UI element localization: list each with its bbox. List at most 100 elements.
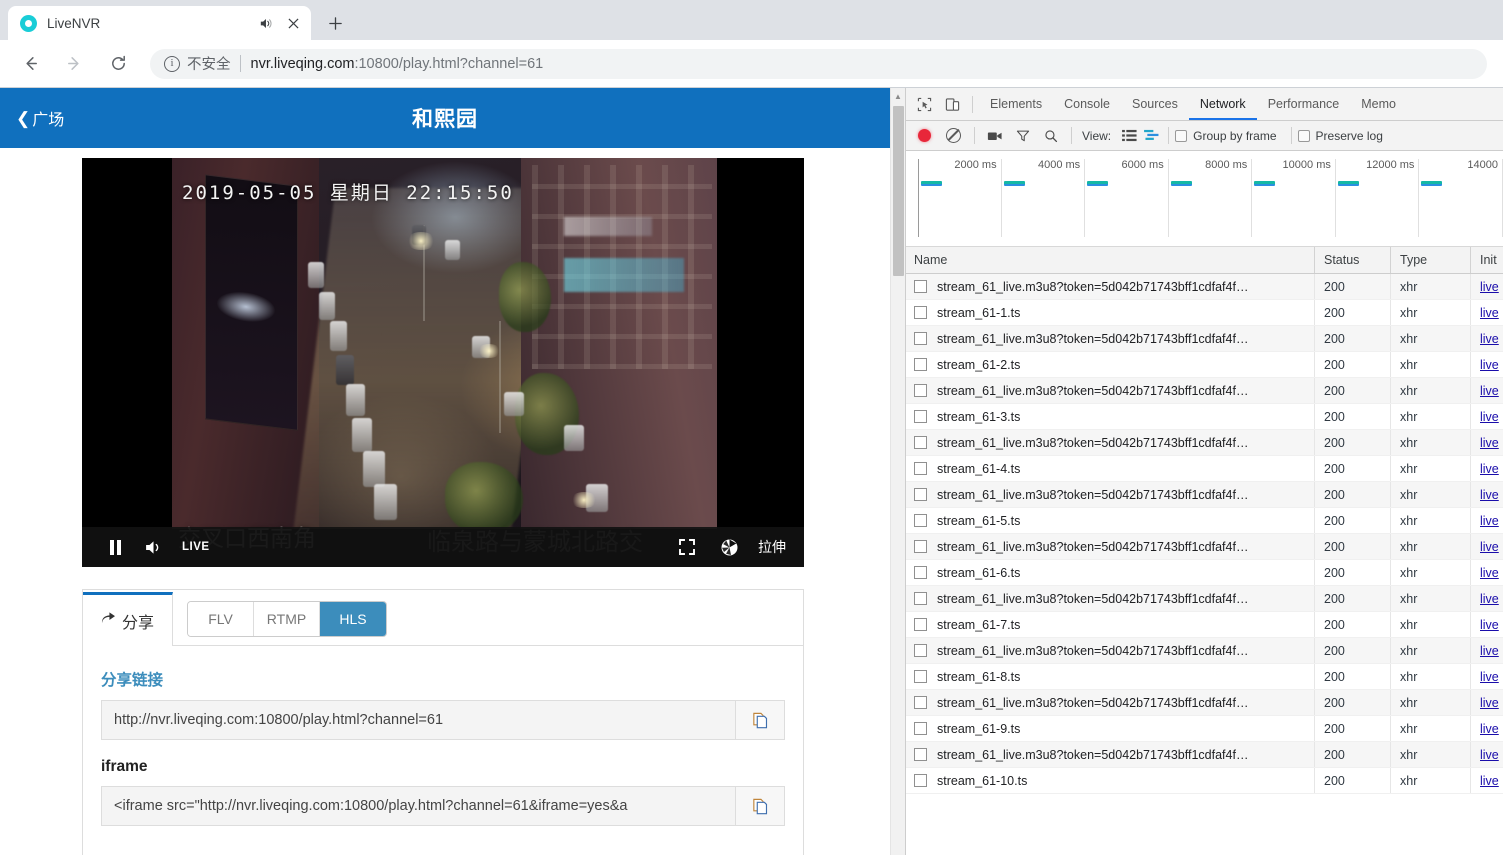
column-header-type[interactable]: Type (1390, 247, 1470, 273)
table-row[interactable]: stream_61_live.m3u8?token=5d042b71743bff… (906, 742, 1503, 768)
table-row[interactable]: stream_61-10.ts 200 xhr live (906, 768, 1503, 794)
row-checkbox[interactable] (914, 358, 927, 371)
cell-name[interactable]: stream_61_live.m3u8?token=5d042b71743bff… (906, 384, 1314, 398)
cell-initiator[interactable]: live (1470, 326, 1503, 351)
row-checkbox[interactable] (914, 748, 927, 761)
column-header-initiator[interactable]: Init (1470, 247, 1503, 273)
row-checkbox[interactable] (914, 670, 927, 683)
cell-name[interactable]: stream_61-3.ts (906, 410, 1314, 424)
cell-name[interactable]: stream_61-1.ts (906, 306, 1314, 320)
arrow-left-icon[interactable] (14, 48, 46, 80)
cell-initiator[interactable]: live (1470, 586, 1503, 611)
cell-initiator[interactable]: live (1470, 716, 1503, 741)
cell-initiator[interactable]: live (1470, 690, 1503, 715)
table-row[interactable]: stream_61_live.m3u8?token=5d042b71743bff… (906, 430, 1503, 456)
arrow-right-icon[interactable] (58, 48, 90, 80)
row-checkbox[interactable] (914, 566, 927, 579)
cell-initiator[interactable]: live (1470, 612, 1503, 637)
cell-name[interactable]: stream_61-8.ts (906, 670, 1314, 684)
table-row[interactable]: stream_61_live.m3u8?token=5d042b71743bff… (906, 638, 1503, 664)
reload-icon[interactable] (102, 48, 134, 80)
cell-initiator[interactable]: live (1470, 664, 1503, 689)
cell-initiator[interactable]: live (1470, 534, 1503, 559)
network-timeline[interactable]: 2000 ms 4000 ms 6000 ms 8000 ms 10000 ms… (906, 151, 1503, 247)
row-checkbox[interactable] (914, 540, 927, 553)
cell-initiator[interactable]: live (1470, 430, 1503, 455)
cell-name[interactable]: stream_61-10.ts (906, 774, 1314, 788)
cell-name[interactable]: stream_61_live.m3u8?token=5d042b71743bff… (906, 488, 1314, 502)
row-checkbox[interactable] (914, 462, 927, 475)
table-row[interactable]: stream_61-8.ts 200 xhr live (906, 664, 1503, 690)
group-by-frame-checkbox[interactable] (1175, 129, 1188, 142)
speaker-icon[interactable] (255, 13, 275, 33)
column-header-name[interactable]: Name (906, 253, 1314, 267)
cell-name[interactable]: stream_61-9.ts (906, 722, 1314, 736)
cell-name[interactable]: stream_61_live.m3u8?token=5d042b71743bff… (906, 592, 1314, 606)
filter-funnel-icon[interactable] (1009, 123, 1037, 149)
row-checkbox[interactable] (914, 410, 927, 423)
row-checkbox[interactable] (914, 618, 927, 631)
volume-icon[interactable] (134, 527, 172, 567)
cell-initiator[interactable]: live (1470, 742, 1503, 767)
list-view-icon[interactable] (1118, 126, 1140, 146)
close-icon[interactable] (283, 13, 303, 33)
cell-name[interactable]: stream_61_live.m3u8?token=5d042b71743bff… (906, 644, 1314, 658)
aperture-icon[interactable] (710, 527, 748, 567)
devtools-tab-console[interactable]: Console (1053, 88, 1121, 120)
waterfall-view-icon[interactable] (1140, 126, 1162, 146)
table-row[interactable]: stream_61-5.ts 200 xhr live (906, 508, 1503, 534)
preserve-log-checkbox[interactable] (1297, 129, 1310, 142)
table-row[interactable]: stream_61-3.ts 200 xhr live (906, 404, 1503, 430)
cell-name[interactable]: stream_61_live.m3u8?token=5d042b71743bff… (906, 748, 1314, 762)
cell-name[interactable]: stream_61-5.ts (906, 514, 1314, 528)
table-row[interactable]: stream_61_live.m3u8?token=5d042b71743bff… (906, 586, 1503, 612)
cell-name[interactable]: stream_61_live.m3u8?token=5d042b71743bff… (906, 436, 1314, 450)
table-row[interactable]: stream_61_live.m3u8?token=5d042b71743bff… (906, 274, 1503, 300)
page-scrollbar[interactable]: ▲ (890, 88, 905, 855)
cell-initiator[interactable]: live (1470, 482, 1503, 507)
table-row[interactable]: stream_61-4.ts 200 xhr live (906, 456, 1503, 482)
cell-name[interactable]: stream_61-6.ts (906, 566, 1314, 580)
iframe-input[interactable]: <iframe src="http://nvr.liveqing.com:108… (101, 786, 736, 826)
cell-initiator[interactable]: live (1470, 560, 1503, 585)
column-header-status[interactable]: Status (1314, 247, 1390, 273)
network-request-table[interactable]: Name Status Type Init stream_61_live.m3u… (906, 247, 1503, 855)
cell-initiator[interactable]: live (1470, 638, 1503, 663)
row-checkbox[interactable] (914, 384, 927, 397)
cell-name[interactable]: stream_61_live.m3u8?token=5d042b71743bff… (906, 696, 1314, 710)
cell-initiator[interactable]: live (1470, 404, 1503, 429)
devtools-tab-elements[interactable]: Elements (979, 88, 1053, 120)
info-circle-icon[interactable]: i (164, 55, 180, 72)
video-player[interactable]: 2019-05-05 星期日 22:15:50 交叉口西南角 临泉路与蒙城北路交… (82, 158, 804, 567)
device-toolbar-icon[interactable] (938, 91, 966, 117)
protocol-flv-button[interactable]: FLV (188, 602, 255, 636)
pause-icon[interactable] (96, 527, 134, 567)
table-row[interactable]: stream_61-2.ts 200 xhr live (906, 352, 1503, 378)
scrollbar-thumb[interactable] (892, 106, 904, 276)
cell-name[interactable]: stream_61-4.ts (906, 462, 1314, 476)
fullscreen-icon[interactable] (668, 527, 706, 567)
devtools-tab-performance[interactable]: Performance (1257, 88, 1351, 120)
new-tab-button[interactable] (321, 9, 349, 37)
copy-iframe-button[interactable] (736, 786, 785, 826)
cell-name[interactable]: stream_61_live.m3u8?token=5d042b71743bff… (906, 540, 1314, 554)
clear-circle-icon[interactable] (940, 123, 968, 149)
browser-tab[interactable]: LiveNVR (8, 6, 311, 40)
row-checkbox[interactable] (914, 332, 927, 345)
row-checkbox[interactable] (914, 774, 927, 787)
inspect-cursor-icon[interactable] (910, 91, 938, 117)
cell-initiator[interactable]: live (1470, 456, 1503, 481)
row-checkbox[interactable] (914, 696, 927, 709)
record-dot-icon[interactable] (918, 129, 931, 142)
row-checkbox[interactable] (914, 722, 927, 735)
copy-share-link-button[interactable] (736, 700, 785, 740)
row-checkbox[interactable] (914, 280, 927, 293)
row-checkbox[interactable] (914, 592, 927, 605)
cell-initiator[interactable]: live (1470, 274, 1503, 299)
table-row[interactable]: stream_61-7.ts 200 xhr live (906, 612, 1503, 638)
protocol-rtmp-button[interactable]: RTMP (254, 602, 321, 636)
row-checkbox[interactable] (914, 436, 927, 449)
row-checkbox[interactable] (914, 514, 927, 527)
table-row[interactable]: stream_61-6.ts 200 xhr live (906, 560, 1503, 586)
cell-initiator[interactable]: live (1470, 352, 1503, 377)
